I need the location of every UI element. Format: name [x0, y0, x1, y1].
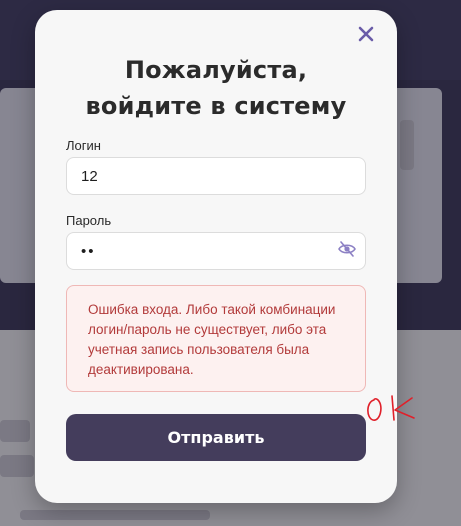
eye-slash-icon: [338, 241, 356, 261]
modal-title: Пожалуйста, войдите в систему: [35, 52, 397, 124]
modal-title-line2: войдите в систему: [85, 92, 347, 120]
password-visibility-toggle[interactable]: [336, 240, 358, 262]
login-input[interactable]: [66, 157, 366, 195]
login-modal: Пожалуйста, войдите в систему Логин Паро…: [35, 10, 397, 503]
handwritten-ok-annotation: [362, 390, 422, 430]
close-button[interactable]: [353, 23, 379, 49]
login-label: Логин: [66, 138, 101, 153]
close-x-icon: [358, 26, 374, 46]
error-alert: Ошибка входа. Либо такой комбинации логи…: [66, 285, 366, 392]
password-input[interactable]: [66, 232, 366, 270]
submit-button[interactable]: Отправить: [66, 414, 366, 461]
password-label: Пароль: [66, 213, 112, 228]
error-message: Ошибка входа. Либо такой комбинации логи…: [88, 302, 336, 377]
modal-title-line1: Пожалуйста,: [124, 56, 308, 84]
